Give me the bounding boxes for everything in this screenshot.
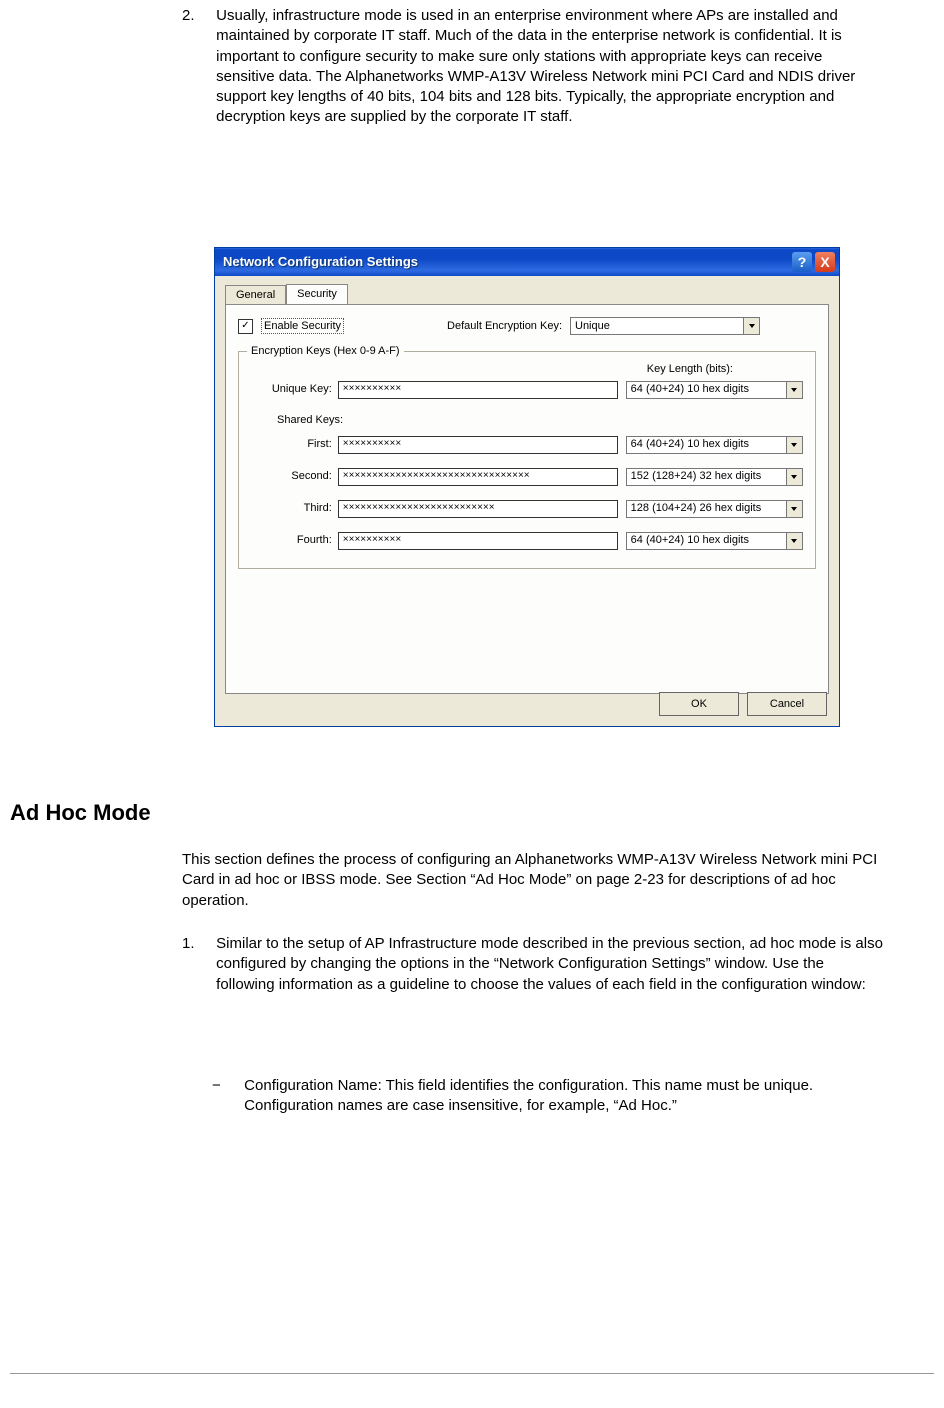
sublist-item: − Configuration Name: This field identif… [212, 1076, 886, 1117]
network-config-dialog: Network Configuration Settings ? X Gener… [214, 247, 840, 727]
tab-general[interactable]: General [225, 285, 286, 305]
tab-security[interactable]: Security [286, 284, 348, 304]
first-key-input[interactable]: ×××××××××× [338, 436, 618, 454]
heading-ad-hoc-mode: Ad Hoc Mode [10, 798, 151, 828]
default-encryption-combo[interactable]: Unique [570, 317, 760, 335]
second-key-label: Second: [251, 469, 338, 484]
list-number: 2. [182, 6, 212, 26]
close-button[interactable]: X [815, 252, 835, 272]
list-item-1: 1. Similar to the setup of AP Infrastruc… [182, 934, 886, 995]
chevron-down-icon [786, 437, 802, 453]
third-key-row: Third: ×××××××××××××××××××××××××× 128 (1… [251, 500, 803, 518]
second-key-input[interactable]: ×××××××××××××××××××××××××××××××× [338, 468, 618, 486]
default-encryption-label: Default Encryption Key: [447, 319, 562, 334]
fourth-key-label: Fourth: [251, 533, 338, 548]
title-bar[interactable]: Network Configuration Settings ? X [215, 248, 839, 276]
third-key-length-value: 128 (104+24) 26 hex digits [627, 500, 786, 517]
shared-keys-label: Shared Keys: [277, 413, 803, 428]
third-key-input[interactable]: ×××××××××××××××××××××××××× [338, 500, 618, 518]
sublist-dash: − [212, 1076, 240, 1096]
first-key-length-combo[interactable]: 64 (40+24) 10 hex digits [626, 436, 803, 454]
second-key-length-value: 152 (128+24) 32 hex digits [627, 468, 786, 485]
enable-security-label: Enable Security [261, 318, 344, 335]
first-key-length-value: 64 (40+24) 10 hex digits [627, 436, 786, 453]
group-title: Encryption Keys (Hex 0-9 A-F) [247, 344, 404, 359]
fourth-key-input[interactable]: ×××××××××× [338, 532, 618, 550]
security-panel: ✓ Enable Security Default Encryption Key… [225, 304, 829, 694]
list-body: Usually, infrastructure mode is used in … [216, 6, 884, 128]
enable-security-checkbox[interactable]: ✓ [238, 319, 253, 334]
window-title: Network Configuration Settings [223, 253, 418, 271]
list-number: 1. [182, 934, 212, 954]
list-item-2: 2. Usually, infrastructure mode is used … [182, 6, 886, 128]
third-key-length-combo[interactable]: 128 (104+24) 26 hex digits [626, 500, 803, 518]
default-encryption-value: Unique [571, 318, 743, 335]
fourth-key-row: Fourth: ×××××××××× 64 (40+24) 10 hex dig… [251, 532, 803, 550]
fourth-key-length-value: 64 (40+24) 10 hex digits [627, 532, 786, 549]
third-key-label: Third: [251, 501, 338, 516]
footer-rule [10, 1373, 934, 1374]
unique-key-label: Unique Key: [251, 382, 338, 397]
help-button[interactable]: ? [792, 252, 812, 272]
adhoc-intro-paragraph: This section defines the process of conf… [182, 850, 886, 911]
ok-button[interactable]: OK [659, 692, 739, 716]
unique-key-length-value: 64 (40+24) 10 hex digits [627, 381, 786, 398]
close-icon: X [820, 253, 829, 272]
help-icon: ? [798, 253, 807, 272]
chevron-down-icon [786, 469, 802, 485]
second-key-row: Second: ××××××××××××××××××××××××××××××××… [251, 468, 803, 486]
chevron-down-icon [786, 501, 802, 517]
unique-key-row: Unique Key: ×××××××××× 64 (40+24) 10 hex… [251, 381, 803, 399]
sublist-body: Configuration Name: This field identifie… [244, 1076, 884, 1117]
encryption-keys-group: Encryption Keys (Hex 0-9 A-F) Key Length… [238, 351, 816, 569]
key-length-header: Key Length (bits): [251, 362, 733, 377]
unique-key-length-combo[interactable]: 64 (40+24) 10 hex digits [626, 381, 803, 399]
chevron-down-icon [743, 318, 759, 334]
second-key-length-combo[interactable]: 152 (128+24) 32 hex digits [626, 468, 803, 486]
first-key-label: First: [251, 437, 338, 452]
chevron-down-icon [786, 382, 802, 398]
list-body: Similar to the setup of AP Infrastructur… [216, 934, 884, 995]
first-key-row: First: ×××××××××× 64 (40+24) 10 hex digi… [251, 436, 803, 454]
chevron-down-icon [786, 533, 802, 549]
tabstrip: General Security [225, 284, 829, 304]
cancel-button[interactable]: Cancel [747, 692, 827, 716]
fourth-key-length-combo[interactable]: 64 (40+24) 10 hex digits [626, 532, 803, 550]
unique-key-input[interactable]: ×××××××××× [338, 381, 618, 399]
